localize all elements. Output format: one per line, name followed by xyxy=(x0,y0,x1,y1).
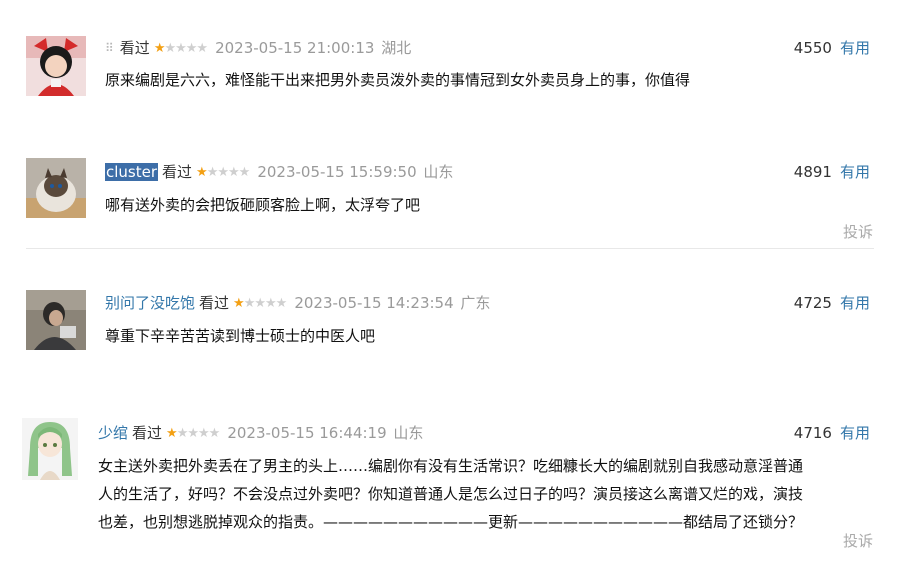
rating-stars: ★★★★★ xyxy=(196,163,251,183)
comment-line: 原来编剧是六六，难怪能干出来把男外卖员泼外卖的事情冠到女外卖员身上的事，你值得 xyxy=(105,71,691,89)
useful-button[interactable]: 有用 xyxy=(840,424,870,442)
vote-count: 4716 xyxy=(793,424,832,442)
divider xyxy=(26,248,874,249)
avatar-image-icon xyxy=(26,158,86,218)
star-icon: ★★★★ xyxy=(176,426,221,441)
comment-text: 女主送外卖把外卖丢在了男主的头上……编剧你有没有生活常识？吃细糠长大的编剧就别自… xyxy=(98,452,878,536)
comment-text: 原来编剧是六六，难怪能干出来把男外卖员泼外卖的事情冠到女外卖员身上的事，你值得 xyxy=(105,66,690,94)
comment-line: 人的生活了，好吗？不会没点过外卖吧？你知道普通人是怎么过日子的吗？演员接这么离谱… xyxy=(98,485,804,503)
star-icon: ★ xyxy=(233,296,245,311)
drag-handle-icon[interactable]: ⠿ xyxy=(105,41,114,55)
username-link[interactable]: 少绾 xyxy=(98,424,128,442)
report-button[interactable]: 投诉 xyxy=(843,221,873,242)
comment-text: 哪有送外卖的会把饭砸顾客脸上啊，太浮夸了吧 xyxy=(105,191,420,219)
comment-line: 尊重下辛辛苦苦读到博士硕士的中医人吧 xyxy=(105,327,376,345)
comment-meta: 少绾 看过 ★★★★★ 2023-05-15 16:44:19 山东 xyxy=(98,423,423,444)
avatar[interactable] xyxy=(26,290,86,350)
report-button[interactable]: 投诉 xyxy=(843,530,873,551)
avatar-image-icon xyxy=(22,418,78,480)
avatar[interactable] xyxy=(26,158,86,218)
useful-button[interactable]: 有用 xyxy=(840,294,870,312)
timestamp: 2023-05-15 21:00:13 xyxy=(215,39,375,57)
vote-count: 4550 xyxy=(793,39,832,57)
status-label: 看过 xyxy=(119,39,150,57)
vote-area: 4891 有用 xyxy=(794,162,870,182)
vote-count: 4891 xyxy=(793,163,832,181)
location: 山东 xyxy=(423,163,454,181)
status-label: 看过 xyxy=(199,294,230,312)
rating-stars: ★★★★★ xyxy=(233,294,288,314)
vote-area: 4725 有用 xyxy=(794,293,870,313)
rating-stars: ★★★★★ xyxy=(153,39,208,59)
star-icon: ★★★★ xyxy=(164,41,208,56)
location: 广东 xyxy=(460,294,491,312)
timestamp: 2023-05-15 14:23:54 xyxy=(294,294,454,312)
vote-area: 4550 有用 xyxy=(794,38,870,58)
star-icon: ★ xyxy=(196,165,208,180)
location: 山东 xyxy=(393,424,424,442)
username-link[interactable]: cluster xyxy=(105,163,159,181)
timestamp: 2023-05-15 16:44:19 xyxy=(227,424,387,442)
star-icon: ★ xyxy=(153,41,166,56)
comment-meta: cluster 看过 ★★★★★ 2023-05-15 15:59:50 山东 xyxy=(105,162,453,183)
location: 湖北 xyxy=(381,39,412,57)
vote-count: 4725 xyxy=(793,294,832,312)
status-label: 看过 xyxy=(162,163,193,181)
comment-line: 也差，也别想逃脱掉观众的指责。———————————更新———————————都… xyxy=(98,513,804,531)
star-icon: ★★★★ xyxy=(206,165,251,180)
timestamp: 2023-05-15 15:59:50 xyxy=(257,163,417,181)
rating-stars: ★★★★★ xyxy=(166,424,221,444)
comment-text: 尊重下辛辛苦苦读到博士硕士的中医人吧 xyxy=(105,322,375,350)
username-link[interactable]: 别问了没吃饱 xyxy=(105,294,195,312)
useful-button[interactable]: 有用 xyxy=(840,163,870,181)
comment-line: 哪有送外卖的会把饭砸顾客脸上啊，太浮夸了吧 xyxy=(105,196,421,214)
star-icon: ★ xyxy=(166,426,178,441)
avatar-image-icon xyxy=(26,36,86,96)
avatar[interactable] xyxy=(26,36,86,96)
avatar[interactable] xyxy=(22,418,78,480)
star-icon: ★★★★ xyxy=(243,296,288,311)
status-label: 看过 xyxy=(132,424,163,442)
comment-meta: ⠿ 看过 ★★★★★ 2023-05-15 21:00:13 湖北 xyxy=(105,38,411,59)
useful-button[interactable]: 有用 xyxy=(840,39,870,57)
comment-meta: 别问了没吃饱 看过 ★★★★★ 2023-05-15 14:23:54 广东 xyxy=(105,293,490,314)
vote-area: 4716 有用 xyxy=(794,423,870,443)
avatar-image-icon xyxy=(26,290,86,350)
comment-line: 女主送外卖把外卖丢在了男主的头上……编剧你有没有生活常识？吃细糠长大的编剧就别自… xyxy=(98,457,804,475)
